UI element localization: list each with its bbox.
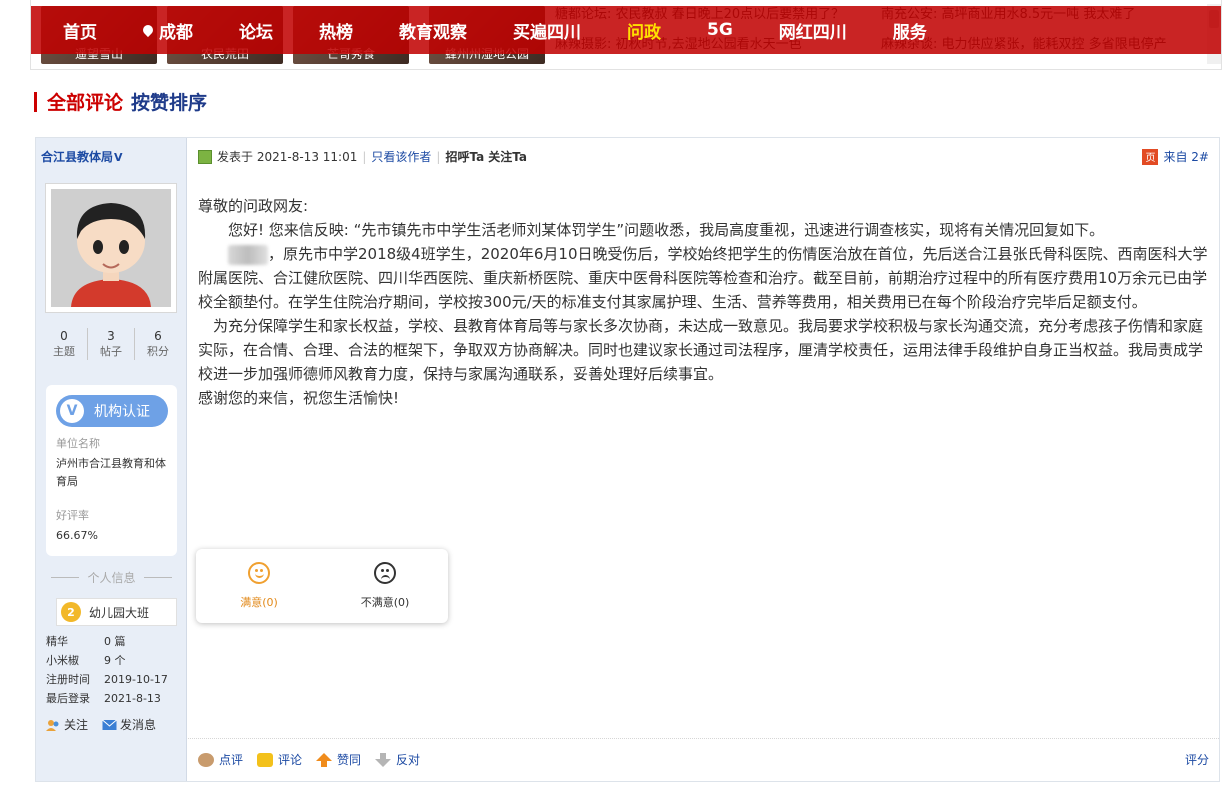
post-content: 尊敬的问政网友: 您好! 您来信反映: “先市镇先市中学生活老师刘某体罚学生”问… xyxy=(198,194,1213,410)
score-button[interactable]: 评分 xyxy=(1185,751,1209,768)
avatar[interactable] xyxy=(45,183,177,313)
info-row: 注册时间 2019-10-17 xyxy=(46,673,168,686)
closing-line: 感谢您的来信，祝您生活愉快! xyxy=(198,389,400,407)
author-stats: 0 主题 3 帖子 6 积分 xyxy=(41,328,181,360)
redacted-name xyxy=(228,244,268,265)
arrow-down-icon xyxy=(375,752,392,767)
nav-education[interactable]: 教育观察 xyxy=(399,18,467,43)
verified-v-icon: V xyxy=(60,399,84,423)
floor-number[interactable]: 2# xyxy=(1191,150,1209,164)
stat-topics[interactable]: 0 主题 xyxy=(41,328,88,360)
author-actions: 关注 发消息 xyxy=(46,716,170,733)
title-bar-decoration xyxy=(34,91,37,112)
frown-icon xyxy=(374,562,396,584)
follow-author-link[interactable]: 关注Ta xyxy=(488,148,527,165)
from-link[interactable]: 来自 xyxy=(1163,148,1187,165)
location-pin-icon xyxy=(140,22,156,38)
post-status-icon xyxy=(198,149,212,164)
arrow-up-icon xyxy=(316,752,333,767)
post-floor: 页 来自 2# xyxy=(1142,148,1209,165)
author-info-list: 精华 0 篇 小米椒 9 个 注册时间 2019-10-17 最后登录 2021-8-1… xyxy=(46,632,186,708)
unsatisfied-button[interactable]: 不满意(0) xyxy=(322,549,448,623)
nav-hot[interactable]: 热榜 xyxy=(319,18,353,43)
content-paragraph: 为充分保障学生和家长权益，学校、县教育体育局等与家长多次协商，未达成一致意见。我… xyxy=(198,317,1204,383)
stat-posts[interactable]: 3 帖子 xyxy=(88,328,135,360)
content-paragraph: 您好! 您来信反映: “先市镇先市中学生活老师刘某体罚学生”问题收悉，我局高度重… xyxy=(228,221,1105,239)
nav-5g[interactable]: 5G xyxy=(707,20,733,40)
author-sidebar: 合江县教体局V 0 主题 3 帖子 6 积分 V 机构认证 单位名称 泸州市合江… xyxy=(36,138,187,781)
nav-wanghong[interactable]: 网红四川 xyxy=(779,18,847,43)
satisfaction-rating: 满意(0) 不满意(0) xyxy=(196,549,448,623)
nav-chengdu[interactable]: 成都 xyxy=(140,18,193,43)
follow-users-icon xyxy=(46,719,59,731)
unit-name-value: 泸州市合江县教育和体育局 xyxy=(56,457,166,488)
smile-icon xyxy=(248,562,270,584)
envelope-icon xyxy=(102,719,117,730)
institution-cert-badge: V 机构认证 xyxy=(56,395,168,427)
nav-service[interactable]: 服务 xyxy=(893,18,927,43)
level-medal-icon: 2 xyxy=(61,602,81,622)
comment-button[interactable]: 点评 xyxy=(198,751,243,768)
speech-bubble-icon xyxy=(257,752,274,767)
like-button[interactable]: 赞同 xyxy=(316,751,361,768)
stat-points[interactable]: 6 积分 xyxy=(135,328,181,360)
greeting-line: 尊敬的问政网友: xyxy=(198,197,309,215)
comments-header: 全部评论 按赞排序 xyxy=(34,88,207,115)
top-banner: 遥望雪山 农民荒田 芒哥秀食 蜂州州湿地公园 糖都论坛: 农民教叔 春日晚上20… xyxy=(30,0,1222,70)
info-row: 小米椒 9 个 xyxy=(46,654,126,667)
avatar-illustration xyxy=(51,189,171,307)
nav-forum[interactable]: 论坛 xyxy=(239,18,273,43)
nav-shopping[interactable]: 买遍四川 xyxy=(513,18,581,43)
nav-wenzheng[interactable]: 问政 xyxy=(627,18,661,43)
rating-rate-value: 66.67% xyxy=(56,529,98,542)
send-message-button[interactable]: 发消息 xyxy=(102,716,156,733)
satisfied-button[interactable]: 满意(0) xyxy=(196,549,322,623)
post-body: 发表于 2021-8-13 11:01 | 只看该作者 | 招呼Ta 关注Ta … xyxy=(188,138,1219,781)
user-level: 2 幼儿园大班 xyxy=(56,598,177,626)
nav-home[interactable]: 首页 xyxy=(63,18,97,43)
from-app-icon: 页 xyxy=(1142,148,1159,165)
only-author-link[interactable]: 只看该作者 xyxy=(371,148,431,165)
oppose-button[interactable]: 反对 xyxy=(375,751,420,768)
main-nav: 首页 成都 论坛 热榜 教育观察 买遍四川 问政 5G 网红四川 服务 xyxy=(31,6,1221,54)
post-time: 2021-8-13 11:01 xyxy=(256,149,358,164)
unit-name-label: 单位名称 xyxy=(56,437,100,450)
personal-info-divider: 个人信息 xyxy=(46,569,177,586)
verified-icon: V xyxy=(114,151,123,164)
greet-link[interactable]: 招呼Ta xyxy=(445,148,484,165)
reply-button[interactable]: 评论 xyxy=(257,751,302,768)
comment-bowl-icon xyxy=(198,752,214,767)
info-row: 最后登录 2021-8-13 xyxy=(46,692,161,705)
content-paragraph: ，原先市中学2018级4班学生，2020年6月10日晚受伤后，学校始终把学生的伤… xyxy=(198,244,1208,311)
follow-button[interactable]: 关注 xyxy=(46,716,88,733)
post-meta: 发表于 2021-8-13 11:01 | 只看该作者 | 招呼Ta 关注Ta xyxy=(198,148,531,165)
all-comments-title: 全部评论 xyxy=(47,92,124,114)
comment-post: 合江县教体局V 0 主题 3 帖子 6 积分 V 机构认证 单位名称 泸州市合江… xyxy=(35,137,1220,782)
author-name-link[interactable]: 合江县教体局V xyxy=(41,148,123,165)
info-row: 精华 0 篇 xyxy=(46,635,126,648)
post-actions-bar: 点评 评论 赞同 反对 评分 xyxy=(188,738,1219,781)
sort-by-likes-link[interactable]: 按赞排序 xyxy=(131,88,207,115)
institution-cert-card: V 机构认证 单位名称 泸州市合江县教育和体育局 好评率 66.67% xyxy=(46,385,177,556)
rating-rate-label: 好评率 xyxy=(56,509,89,522)
